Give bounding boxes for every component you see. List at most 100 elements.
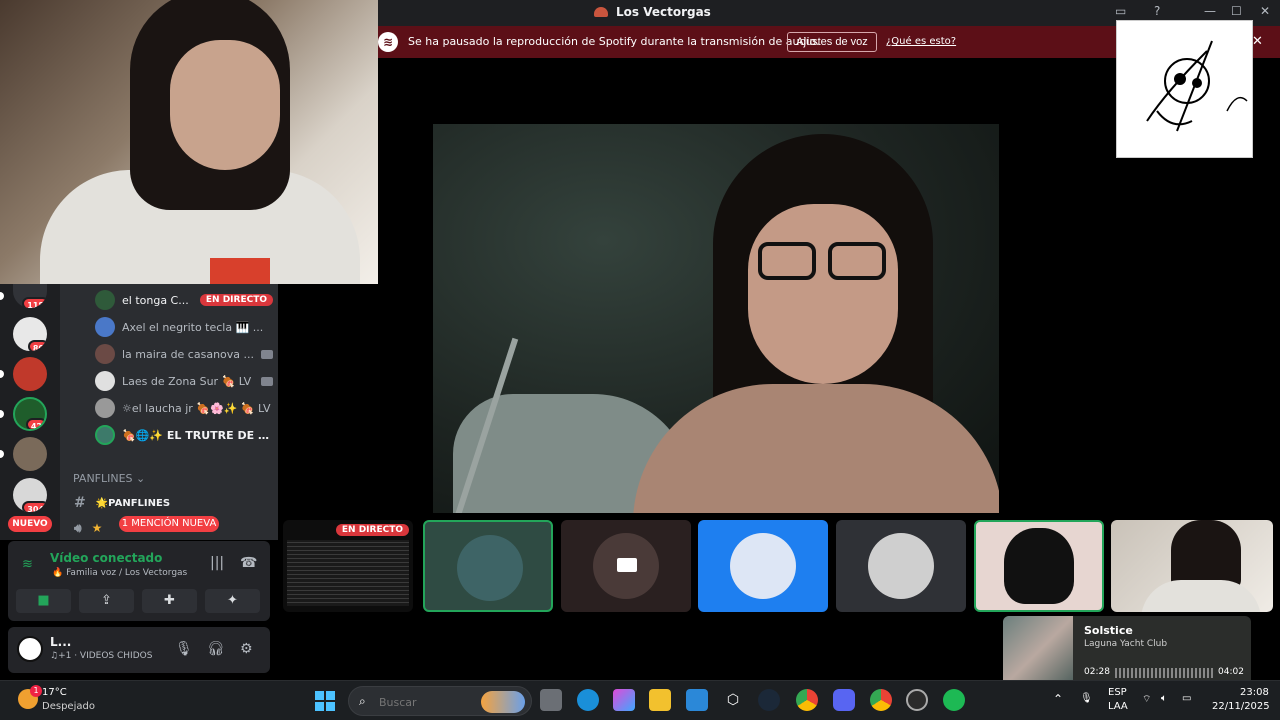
camera-button[interactable]: ■ [16,589,71,613]
guild-5[interactable] [13,437,47,471]
participant-tile-self[interactable] [1111,520,1273,612]
participant-tile-stream[interactable]: EN DIRECTO [283,520,413,612]
self-video-body [1141,580,1261,612]
chevron-down-icon: ⌄ [136,472,146,485]
guild-4[interactable]: 42 [13,397,47,431]
noise-suppression-icon[interactable]: ||| [210,555,224,571]
screen-share-button[interactable]: ⇪ [79,589,134,613]
avatar [95,344,115,364]
speaker-icon: 🔊︎ [74,520,82,535]
search-input[interactable] [379,692,489,712]
media-controls-flyout[interactable]: Solstice Laguna Yacht Club 02:28 04:02 [1003,616,1251,688]
voice-settings-button[interactable]: Ajustes de voz [787,32,877,52]
microphone-icon[interactable]: 🎙︎ [175,641,193,657]
voice-user[interactable]: Laes de Zona Sur 🍖 LV [95,370,273,392]
clock-time[interactable]: 23:08 [1240,687,1269,698]
wifi-icon[interactable]: ⌔ [1142,693,1151,706]
weather-condition: Despejado [42,701,95,712]
focused-video-feed[interactable] [433,124,999,513]
steam-icon[interactable] [758,689,780,711]
activities-button[interactable]: ✚ [142,589,197,613]
participant-tile[interactable] [561,520,691,612]
soundboard-button[interactable]: ✦ [205,589,260,613]
text-channel[interactable]: # 🌟PANFLINES [74,493,274,513]
discord-icon[interactable] [833,689,855,711]
new-unread-pill[interactable]: NUEVO [8,516,52,532]
voice-user[interactable]: Axel el negrito tecla 🎹 ... [95,316,273,338]
keyboard-layout[interactable]: LAA [1108,701,1128,712]
disconnect-icon[interactable]: ☎ [240,555,257,571]
live-badge: EN DIRECTO [335,524,409,536]
avatar [95,425,115,445]
show-hidden-icons-chevron[interactable]: ⌃ [1053,692,1063,706]
voice-user-name: el tonga C... [122,293,189,307]
chrome-icon[interactable] [796,689,818,711]
file-explorer-icon[interactable] [649,689,671,711]
unread-indicator [0,410,4,418]
hash-icon: # [74,495,86,511]
github-icon[interactable] [906,689,928,711]
sketch-overlay [1116,20,1253,158]
discord-window: Los Vectorgas ▭ ? — ☐ ✕ ≋ Se ha pausado … [0,0,1280,720]
task-view-icon[interactable] [540,689,562,711]
guild-6[interactable]: 304 [13,478,47,512]
guild-1[interactable]: 118 [13,284,47,308]
window-title: Los Vectorgas [594,5,711,19]
guild-3[interactable] [13,357,47,391]
voice-connection-panel: ≋ Vídeo conectado 🔥 Familia voz / Los Ve… [8,541,270,621]
mention-pill[interactable]: 1 MENCIÓN NUEVA [119,516,219,532]
voice-user[interactable]: el tonga C... EN DIRECTO [95,289,273,311]
weather-icon[interactable]: 1 [18,685,42,709]
start-button[interactable] [315,691,335,711]
connection-status: Vídeo conectado [50,551,163,565]
unread-indicator [0,370,4,378]
user-avatar[interactable] [17,636,43,662]
minimize-button[interactable]: — [1204,4,1216,18]
notice-message: Se ha pausado la reproducción de Spotify… [408,35,820,48]
battery-icon[interactable]: ▭ [1182,693,1191,704]
track-artist: Laguna Yacht Club [1084,639,1168,649]
store-icon[interactable] [686,689,708,711]
voice-location[interactable]: 🔥 Familia voz / Los Vectorgas [52,568,187,578]
maximize-button[interactable]: ☐ [1231,4,1242,18]
copilot-icon[interactable] [613,689,635,711]
participant-tile[interactable] [698,520,828,612]
taskbar: 1 17°C Despejado ⌕ ⬡ ⌃ 🎙︎ ESP LAA ⌔ 🔈︎ ▭… [0,680,1280,720]
search-highlight-image [481,691,525,713]
guild-2[interactable]: 80 [13,317,47,351]
volume-icon[interactable]: 🔈︎ [1161,693,1167,704]
voice-user-name: 🍖🌐✨ EL TRUTRE DE LA... [122,428,273,442]
guild-badge: 42 [25,418,45,429]
clock-date[interactable]: 22/11/2025 [1212,701,1270,712]
edge-icon[interactable] [577,689,599,711]
participant-tile[interactable] [423,520,553,612]
cube-app-icon[interactable]: ⬡ [722,689,744,711]
unread-indicator [0,450,4,458]
participant-tile[interactable] [974,520,1104,612]
signal-icon: ≋ [22,557,33,572]
settings-gear-icon[interactable]: ⚙ [240,641,253,657]
voice-user[interactable]: la maira de casanova ... [95,343,273,365]
headphones-icon[interactable]: 🎧︎ [207,641,225,657]
taskbar-search[interactable]: ⌕ [348,686,532,716]
inbox-icon[interactable]: ▭ [1115,4,1126,18]
mic-tray-icon[interactable]: 🎙︎ [1080,693,1093,704]
spotify-taskbar-icon[interactable] [943,689,965,711]
webcam-shirt-print [210,258,270,284]
avatar [95,290,115,310]
camera-icon [261,349,273,359]
help-icon[interactable]: ? [1154,4,1160,18]
chrome-profile-icon[interactable] [870,689,892,711]
star-icon: ★ [91,521,103,535]
participant-avatar [730,533,796,599]
voice-user[interactable]: ☼el laucha jr 🍖🌸✨ 🍖 LV [95,397,273,419]
elapsed-time: 02:28 [1084,667,1110,677]
voice-user[interactable]: 🍖🌐✨ EL TRUTRE DE LA... [95,424,273,446]
participant-tile[interactable] [836,520,966,612]
start-tile [315,702,324,711]
voice-user-name: ☼el laucha jr 🍖🌸✨ 🍖 LV [122,401,271,415]
language-code[interactable]: ESP [1108,687,1127,698]
what-is-this-link[interactable]: ¿Qué es esto? [886,36,956,47]
close-window-button[interactable]: ✕ [1260,4,1270,18]
category-header[interactable]: PANFLINES ⌄ [73,472,145,485]
